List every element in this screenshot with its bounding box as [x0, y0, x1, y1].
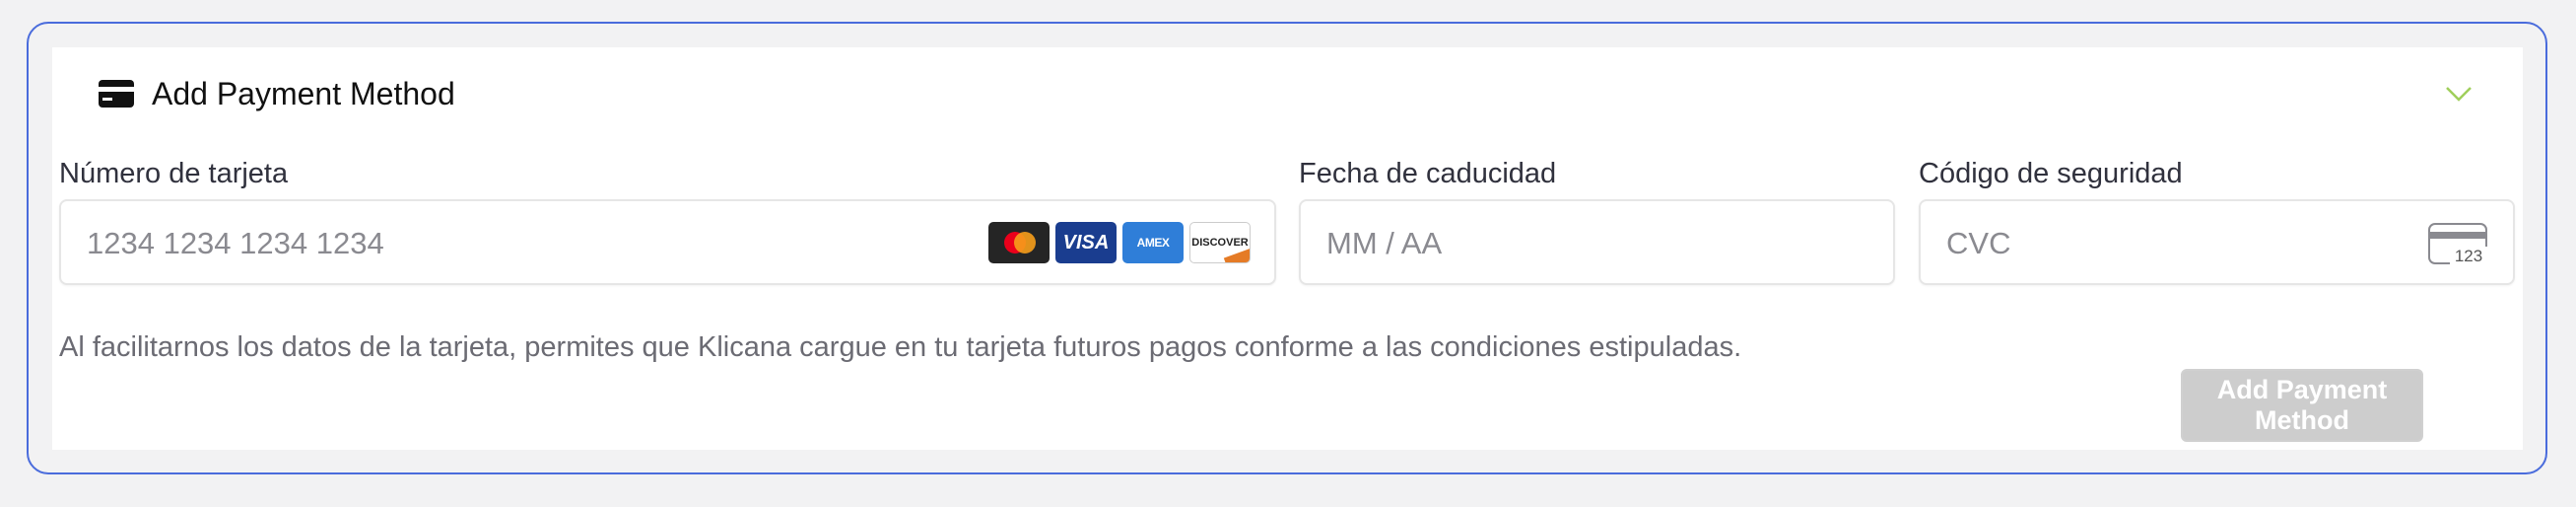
mastercard-icon [988, 222, 1050, 263]
expiry-field[interactable] [1299, 199, 1895, 285]
chevron-down-icon[interactable] [2444, 83, 2474, 105]
expiry-label: Fecha de caducidad [1299, 158, 1557, 189]
accordion-title: Add Payment Method [152, 75, 455, 111]
credit-card-icon [99, 80, 134, 108]
security-code-label: Código de seguridad [1919, 158, 2183, 189]
card-number-label: Número de tarjeta [59, 158, 289, 189]
card-brands: VISA AMEX DISCOVER [988, 222, 1251, 263]
cvc-icon-text: 123 [2455, 247, 2482, 265]
payment-method-panel: Add Payment Method Número de tarjeta VIS… [52, 47, 2523, 450]
discover-icon: DISCOVER [1189, 222, 1251, 263]
accordion-header[interactable]: Add Payment Method [99, 69, 455, 118]
authorization-notice: Al facilitarnos los datos de la tarjeta,… [59, 331, 1742, 363]
card-number-input[interactable] [85, 201, 817, 285]
visa-icon: VISA [1055, 222, 1117, 263]
security-code-field[interactable]: 123 [1919, 199, 2515, 285]
security-code-input[interactable] [1944, 201, 2304, 285]
card-number-field[interactable]: VISA AMEX DISCOVER [59, 199, 1276, 285]
amex-icon: AMEX [1122, 222, 1184, 263]
cvc-card-icon: 123 [2428, 223, 2489, 266]
expiry-input[interactable] [1324, 201, 1684, 285]
add-payment-method-button[interactable]: Add Payment Method [2181, 369, 2423, 442]
